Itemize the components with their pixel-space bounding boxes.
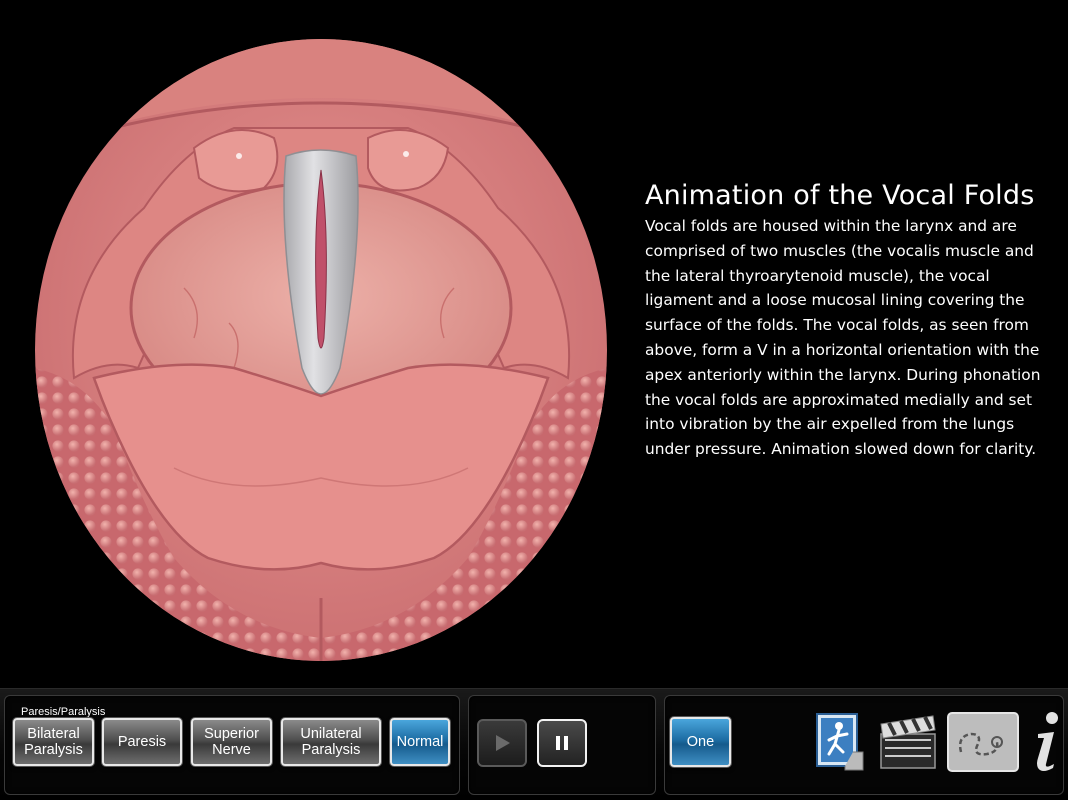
group-label: Paresis/Paralysis [21, 706, 106, 718]
one-view-button[interactable]: One [670, 717, 731, 767]
description-panel: Animation of the Vocal Folds Vocal folds… [645, 178, 1055, 462]
superior-nerve-button[interactable]: Superior Nerve [191, 718, 272, 766]
play-button[interactable] [477, 719, 527, 767]
page-title: Animation of the Vocal Folds [645, 180, 1035, 211]
pause-icon [556, 736, 568, 750]
path-trace-icon[interactable] [947, 712, 1019, 772]
description-text: Vocal folds are housed within the larynx… [645, 217, 1041, 459]
running-figure-icon[interactable] [815, 712, 865, 772]
play-icon [496, 735, 510, 751]
paresis-button[interactable]: Paresis [102, 718, 182, 766]
pause-button[interactable] [537, 719, 587, 767]
normal-button[interactable]: Normal [390, 718, 450, 766]
clapperboard-icon[interactable] [877, 710, 939, 772]
info-icon[interactable] [1026, 708, 1064, 774]
bilateral-paralysis-button[interactable]: Bilateral Paralysis [13, 718, 94, 766]
unilateral-paralysis-button[interactable]: Unilateral Paralysis [281, 718, 381, 766]
vocal-folds-illustration [34, 38, 608, 662]
